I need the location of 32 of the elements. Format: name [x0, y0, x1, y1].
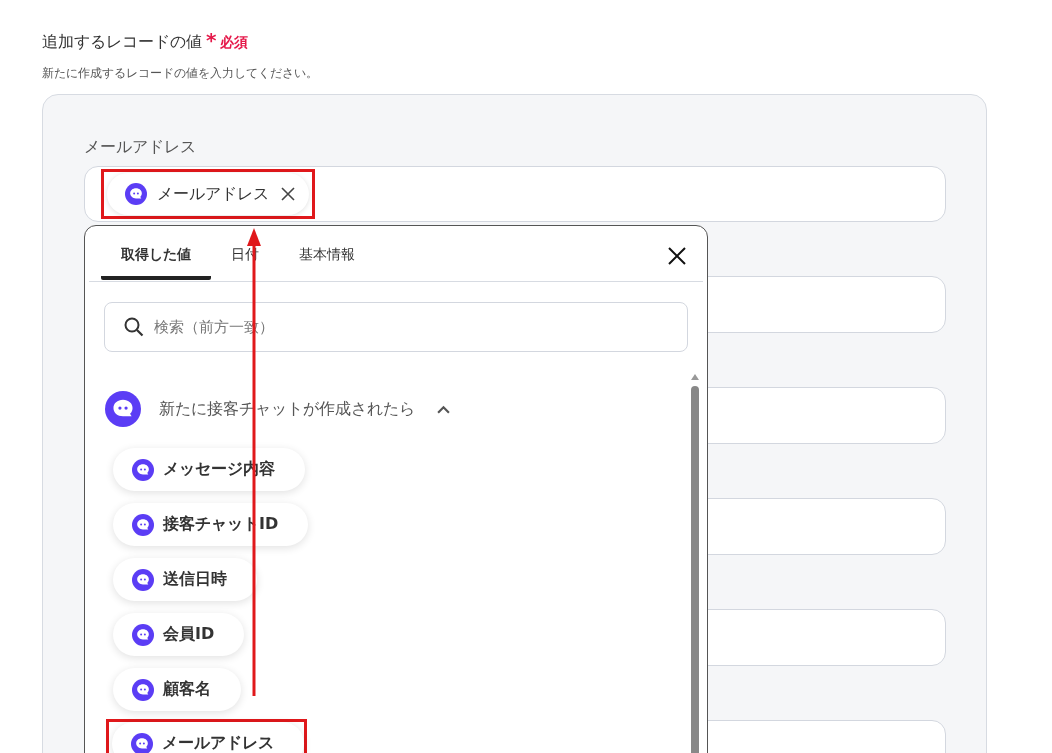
field-label: メールアドレス: [84, 137, 197, 158]
tab[interactable]: 基本情報: [279, 244, 375, 280]
chat-bubble-icon: [132, 678, 154, 701]
scroll-up-icon[interactable]: [691, 374, 699, 380]
chat-bubble-icon: [125, 183, 147, 205]
value-chip[interactable]: 会員ID: [113, 613, 245, 656]
required-mark: *: [206, 32, 217, 48]
section-title: 追加するレコードの値: [42, 32, 202, 53]
chip-label: メールアドレス: [162, 733, 274, 753]
chat-bubble-icon: [132, 568, 154, 591]
scrollbar[interactable]: [690, 374, 700, 753]
chat-bubble-icon: [105, 391, 141, 427]
chat-bubble-icon: [132, 623, 154, 646]
section-description: 新たに作成するレコードの値を入力してください。: [42, 65, 319, 82]
token-label: メールアドレス: [157, 183, 269, 205]
tab[interactable]: 取得した値: [101, 244, 211, 280]
chip-label: 会員ID: [163, 624, 215, 645]
input-field[interactable]: メールアドレス: [84, 166, 946, 222]
value-chip[interactable]: 送信日時: [113, 558, 257, 601]
value-chip[interactable]: 顧客名: [113, 668, 241, 711]
chat-bubble-icon: [131, 732, 153, 753]
chip-label: 顧客名: [163, 679, 211, 700]
search-icon: [124, 317, 144, 337]
value-token[interactable]: メールアドレス: [107, 173, 309, 215]
chat-bubble-icon: [132, 458, 154, 481]
value-chip[interactable]: メールアドレス: [112, 722, 304, 753]
caret-up-icon[interactable]: [437, 404, 450, 414]
remove-icon[interactable]: [281, 187, 295, 201]
close-icon[interactable]: [667, 246, 687, 266]
chat-bubble-icon: [132, 513, 154, 536]
chip-label: 送信日時: [163, 569, 227, 590]
required-label: 必須: [220, 34, 249, 52]
